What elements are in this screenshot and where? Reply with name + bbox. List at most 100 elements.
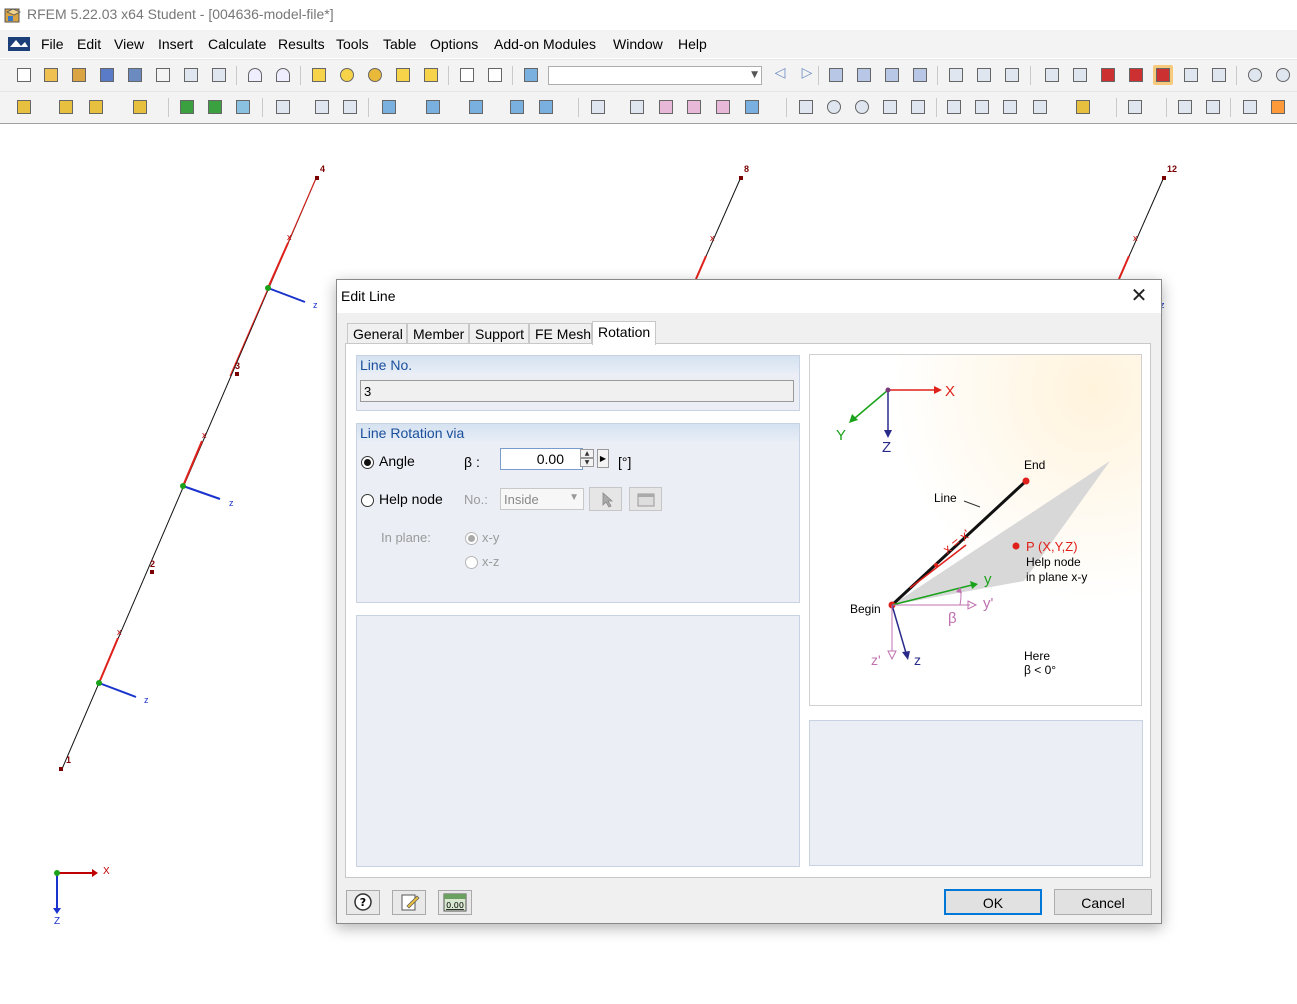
member-load-icon[interactable] — [423, 97, 443, 117]
dimension-icon[interactable] — [1209, 65, 1229, 85]
coordinate-system-icon[interactable] — [1240, 97, 1260, 117]
view-neg-x-icon[interactable] — [1030, 97, 1050, 117]
imperfection-icon[interactable] — [536, 97, 556, 117]
solid-load-icon[interactable] — [507, 97, 527, 117]
color-scale-icon[interactable] — [1268, 97, 1288, 117]
tab-fe-mesh[interactable]: FE Mesh — [529, 323, 592, 344]
angle-spinner[interactable]: ▲ ▼ — [580, 449, 594, 469]
view-x-icon[interactable] — [944, 97, 964, 117]
zoom-icon[interactable] — [852, 97, 872, 117]
print-preview-icon[interactable] — [209, 65, 229, 85]
print-graphic-icon[interactable] — [181, 65, 201, 85]
close-icon[interactable]: ✕ — [1129, 285, 1149, 305]
tab-support[interactable]: Support — [469, 323, 529, 344]
tab-general[interactable]: General — [347, 323, 407, 344]
zoom-all-icon[interactable] — [880, 97, 900, 117]
section-icon[interactable] — [340, 97, 360, 117]
roof-load-icon[interactable] — [656, 97, 676, 117]
open-block-icon[interactable] — [69, 65, 89, 85]
print-report-icon[interactable] — [153, 65, 173, 85]
angle-input[interactable]: 0.00 — [500, 448, 583, 470]
menu-help[interactable]: Help — [678, 36, 707, 52]
node-tool-icon[interactable] — [1245, 65, 1265, 85]
previous-icon[interactable]: ◁ — [770, 65, 790, 85]
redo-icon[interactable] — [273, 65, 293, 85]
next-icon[interactable]: ▷ — [797, 65, 817, 85]
zoom-window-icon[interactable] — [824, 97, 844, 117]
new-node-icon[interactable] — [14, 97, 34, 117]
view-z-icon[interactable] — [1000, 97, 1020, 117]
line-support-icon[interactable] — [205, 97, 225, 117]
menu-options[interactable]: Options — [430, 36, 478, 52]
nodal-support-icon[interactable] — [177, 97, 197, 117]
menu-results[interactable]: Results — [278, 36, 325, 52]
menu-add-on-modules[interactable]: Add-on Modules — [494, 36, 596, 52]
selection-icon[interactable] — [1125, 97, 1145, 117]
guideline-icon[interactable] — [312, 97, 332, 117]
menu-table[interactable]: Table — [383, 36, 416, 52]
open-folder-icon[interactable] — [41, 65, 61, 85]
render-icon[interactable] — [1002, 65, 1022, 85]
iso-view-icon[interactable] — [908, 97, 928, 117]
table-icon[interactable] — [485, 65, 505, 85]
wind-load-icon[interactable] — [713, 97, 733, 117]
cut-icon[interactable] — [796, 97, 816, 117]
view-options-icon[interactable] — [1073, 97, 1093, 117]
set-to-zero-icon[interactable]: 0.00 — [438, 890, 472, 915]
save-block-icon[interactable] — [97, 65, 117, 85]
new-line-icon[interactable] — [56, 97, 76, 117]
dimension-tool-icon[interactable] — [273, 97, 293, 117]
menu-file[interactable]: File — [41, 36, 64, 52]
new-file-icon[interactable] — [14, 65, 34, 85]
angle-radio[interactable] — [361, 456, 374, 469]
undo-icon[interactable] — [245, 65, 265, 85]
hide-icon[interactable] — [1203, 97, 1223, 117]
angle-label[interactable]: Angle — [379, 453, 415, 469]
help-node-label[interactable]: Help node — [379, 491, 443, 507]
view-y-icon[interactable] — [972, 97, 992, 117]
structure-icon[interactable] — [974, 65, 994, 85]
load-from-area-icon[interactable] — [742, 97, 762, 117]
angle-menu-arrow-icon[interactable]: ▶ — [597, 449, 609, 468]
snap-icon[interactable] — [1070, 65, 1090, 85]
load-case-icon[interactable] — [521, 65, 541, 85]
cancel-button[interactable]: Cancel — [1054, 889, 1152, 915]
target-icon[interactable] — [365, 65, 385, 85]
frame-load-icon[interactable] — [684, 97, 704, 117]
edit-icon[interactable] — [392, 890, 426, 915]
menu-view[interactable]: View — [114, 36, 144, 52]
load-wizard-icon[interactable] — [627, 97, 647, 117]
menu-tools[interactable]: Tools — [336, 36, 369, 52]
generate-load-icon[interactable] — [588, 97, 608, 117]
nodal-load-icon[interactable] — [379, 97, 399, 117]
menu-calculate[interactable]: Calculate — [208, 36, 266, 52]
line-edit-icon[interactable] — [309, 65, 329, 85]
menu-edit[interactable]: Edit — [77, 36, 101, 52]
result-values-icon[interactable] — [854, 65, 874, 85]
rotate-view-icon[interactable] — [1273, 65, 1293, 85]
new-surface-icon[interactable] — [130, 97, 150, 117]
view-3d-icon[interactable] — [946, 65, 966, 85]
help-node-radio[interactable] — [361, 494, 374, 507]
result-diagram-icon[interactable] — [882, 65, 902, 85]
tab-member[interactable]: Member — [407, 323, 469, 344]
spin-down-icon[interactable]: ▼ — [580, 458, 594, 467]
load-case-combo[interactable]: ▼ — [548, 66, 762, 85]
members-icon[interactable] — [1098, 65, 1118, 85]
surface-support-icon[interactable] — [233, 97, 253, 117]
list-icon[interactable] — [457, 65, 477, 85]
tab-rotation[interactable]: Rotation — [592, 321, 656, 345]
mesh-icon[interactable] — [1181, 65, 1201, 85]
add-selection-icon[interactable] — [393, 65, 413, 85]
save-icon[interactable] — [125, 65, 145, 85]
search-icon[interactable] — [337, 65, 357, 85]
help-icon[interactable]: ? — [346, 890, 380, 915]
grid-icon[interactable] — [1042, 65, 1062, 85]
line-rotation-icon[interactable] — [1153, 65, 1173, 85]
windows-icon[interactable] — [421, 65, 441, 85]
menu-window[interactable]: Window — [613, 36, 663, 52]
results-icon[interactable] — [826, 65, 846, 85]
line-type-icon[interactable] — [1175, 97, 1195, 117]
new-member-icon[interactable] — [86, 97, 106, 117]
ok-button[interactable]: OK — [944, 889, 1042, 915]
